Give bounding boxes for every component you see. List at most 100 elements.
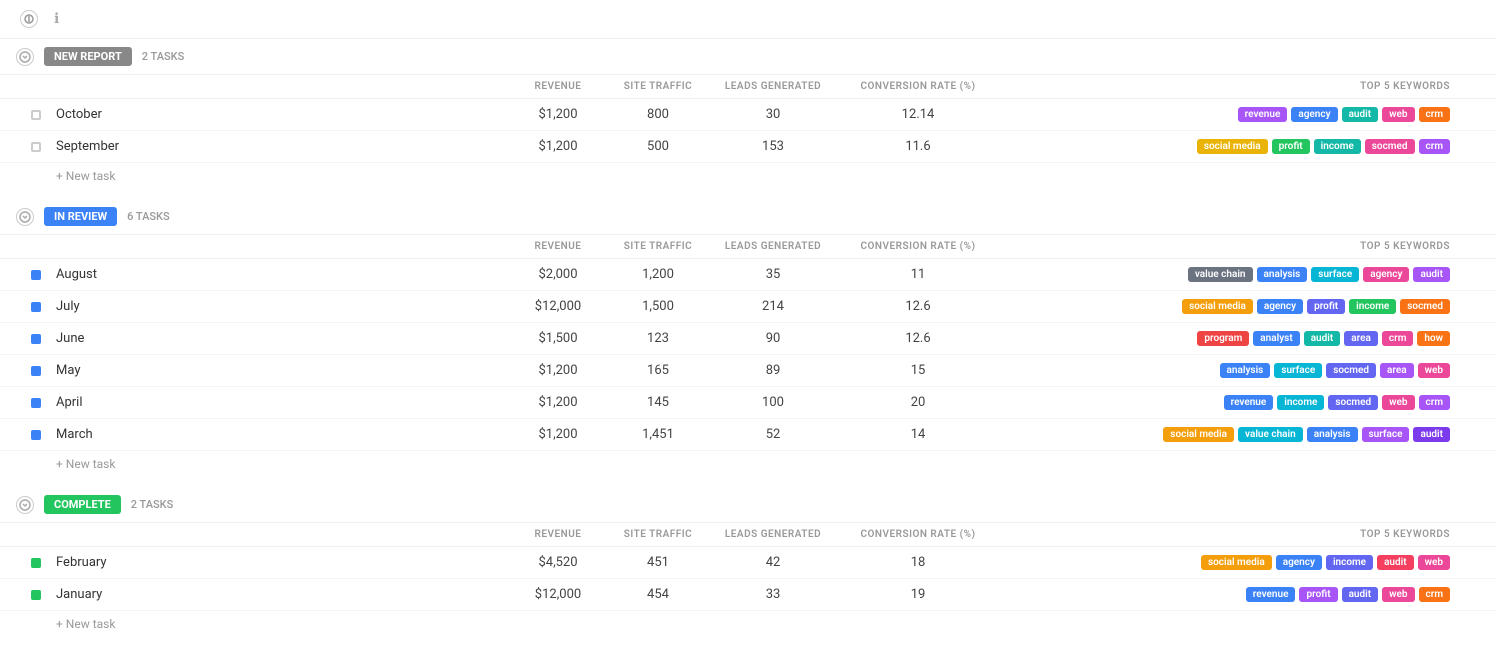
- keyword-tag[interactable]: social media: [1197, 139, 1268, 154]
- section-header-in-review: IN REVIEW6 TASKS: [0, 199, 1496, 235]
- task-name-cell[interactable]: August: [56, 267, 508, 282]
- keyword-tag[interactable]: revenue: [1224, 395, 1274, 410]
- keyword-tag[interactable]: income: [1277, 395, 1324, 410]
- task-name-cell[interactable]: May: [56, 363, 508, 378]
- collapse-in-review-icon[interactable]: [16, 208, 34, 226]
- keyword-tag[interactable]: socmed: [1326, 363, 1376, 378]
- keyword-tag[interactable]: surface: [1362, 427, 1410, 442]
- task-traffic: 145: [608, 395, 708, 410]
- keyword-tag[interactable]: crm: [1419, 587, 1451, 602]
- info-icon[interactable]: ℹ: [54, 11, 59, 27]
- keyword-tag[interactable]: audit: [1342, 107, 1379, 122]
- task-name-cell[interactable]: February: [56, 555, 508, 570]
- keyword-tag[interactable]: crm: [1419, 107, 1451, 122]
- keyword-tag[interactable]: profit: [1299, 587, 1337, 602]
- task-leads: 153: [708, 139, 838, 154]
- keyword-tag[interactable]: program: [1197, 331, 1249, 346]
- task-name-cell[interactable]: June: [56, 331, 508, 346]
- keyword-tag[interactable]: web: [1418, 363, 1450, 378]
- task-name-cell[interactable]: March: [56, 427, 508, 442]
- section-badge-complete[interactable]: COMPLETE: [44, 495, 121, 514]
- keyword-tag[interactable]: income: [1314, 139, 1361, 154]
- task-name-cell[interactable]: July: [56, 299, 508, 314]
- keyword-tag[interactable]: socmed: [1328, 395, 1378, 410]
- task-status-dot: [31, 398, 41, 408]
- keyword-tag[interactable]: audit: [1413, 267, 1450, 282]
- keyword-tag[interactable]: web: [1382, 587, 1414, 602]
- task-revenue: $1,200: [508, 427, 608, 442]
- new-task-row[interactable]: + New task: [0, 163, 1496, 189]
- section-new-report: NEW REPORT2 TASKSREVENUESITE TRAFFICLEAD…: [0, 39, 1496, 189]
- keyword-tag[interactable]: web: [1418, 555, 1450, 570]
- keyword-tag[interactable]: how: [1417, 331, 1450, 346]
- app-container: ℹ NEW REPORT2 TASKSREVENUESITE TRAFFICLE…: [0, 0, 1496, 637]
- keyword-tag[interactable]: audit: [1413, 427, 1450, 442]
- table-row: January$12,0004543319revenueprofitauditw…: [0, 579, 1496, 611]
- keyword-tag[interactable]: audit: [1342, 587, 1379, 602]
- keyword-tag[interactable]: value chain: [1188, 267, 1253, 282]
- keyword-tag[interactable]: agency: [1291, 107, 1337, 122]
- keyword-tag[interactable]: agency: [1257, 299, 1303, 314]
- keyword-tag[interactable]: crm: [1382, 331, 1414, 346]
- keyword-tag[interactable]: web: [1382, 107, 1414, 122]
- keyword-tag[interactable]: profit: [1272, 139, 1310, 154]
- keyword-tag[interactable]: income: [1349, 299, 1396, 314]
- task-leads: 30: [708, 107, 838, 122]
- keyword-tag[interactable]: value chain: [1238, 427, 1303, 442]
- new-task-row[interactable]: + New task: [0, 611, 1496, 637]
- task-revenue: $4,520: [508, 555, 608, 570]
- keyword-tag[interactable]: revenue: [1238, 107, 1288, 122]
- task-traffic: 1,500: [608, 299, 708, 314]
- section-badge-new-report[interactable]: NEW REPORT: [44, 47, 132, 66]
- keyword-tag[interactable]: analyst: [1253, 331, 1299, 346]
- task-status-dot: [31, 110, 41, 120]
- task-conversion: 12.14: [838, 107, 998, 122]
- keyword-tag[interactable]: agency: [1363, 267, 1409, 282]
- keyword-tag[interactable]: social media: [1182, 299, 1253, 314]
- task-traffic: 800: [608, 107, 708, 122]
- collapse-icon[interactable]: [20, 10, 38, 28]
- task-name-cell[interactable]: October: [56, 107, 508, 122]
- task-conversion: 19: [838, 587, 998, 602]
- keyword-tag[interactable]: socmed: [1365, 139, 1415, 154]
- col-revenue: REVENUE: [508, 81, 608, 92]
- task-revenue: $12,000: [508, 587, 608, 602]
- task-keywords-cell: value chain analysissurface agency audit: [998, 267, 1450, 282]
- keyword-tag[interactable]: social media: [1163, 427, 1234, 442]
- keyword-tag[interactable]: crm: [1419, 139, 1451, 154]
- keyword-tag[interactable]: surface: [1311, 267, 1359, 282]
- keyword-tag[interactable]: agency: [1276, 555, 1322, 570]
- keyword-tag[interactable]: surface: [1274, 363, 1322, 378]
- keyword-tag[interactable]: socmed: [1400, 299, 1450, 314]
- col-site-traffic: SITE TRAFFIC: [608, 81, 708, 92]
- keyword-tag[interactable]: income: [1326, 555, 1373, 570]
- keyword-tag[interactable]: audit: [1304, 331, 1341, 346]
- task-name-cell[interactable]: January: [56, 587, 508, 602]
- table-row: April$1,20014510020revenueincomesocmedwe…: [0, 387, 1496, 419]
- page-header: ℹ: [0, 0, 1496, 39]
- task-leads: 214: [708, 299, 838, 314]
- keyword-tag[interactable]: web: [1382, 395, 1414, 410]
- task-traffic: 500: [608, 139, 708, 154]
- task-revenue: $1,200: [508, 139, 608, 154]
- keyword-tag[interactable]: social media: [1201, 555, 1272, 570]
- table-row: May$1,2001658915analysissurfacesocmedare…: [0, 355, 1496, 387]
- collapse-new-report-icon[interactable]: [16, 48, 34, 66]
- keyword-tag[interactable]: area: [1344, 331, 1378, 346]
- keyword-tag[interactable]: analysis: [1220, 363, 1271, 378]
- section-badge-in-review[interactable]: IN REVIEW: [44, 207, 117, 226]
- columns-header-complete: REVENUESITE TRAFFICLEADS GENERATEDCONVER…: [0, 523, 1496, 547]
- new-task-row[interactable]: + New task: [0, 451, 1496, 477]
- keyword-tag[interactable]: profit: [1307, 299, 1345, 314]
- task-name-cell[interactable]: September: [56, 139, 508, 154]
- keyword-tag[interactable]: audit: [1377, 555, 1414, 570]
- collapse-complete-icon[interactable]: [16, 496, 34, 514]
- keyword-tag[interactable]: area: [1380, 363, 1414, 378]
- keyword-tag[interactable]: crm: [1419, 395, 1451, 410]
- keyword-tag[interactable]: analysis: [1307, 427, 1358, 442]
- task-conversion: 11.6: [838, 139, 998, 154]
- keyword-tag[interactable]: analysis: [1257, 267, 1308, 282]
- keyword-tag[interactable]: revenue: [1246, 587, 1296, 602]
- task-revenue: $1,200: [508, 107, 608, 122]
- task-name-cell[interactable]: April: [56, 395, 508, 410]
